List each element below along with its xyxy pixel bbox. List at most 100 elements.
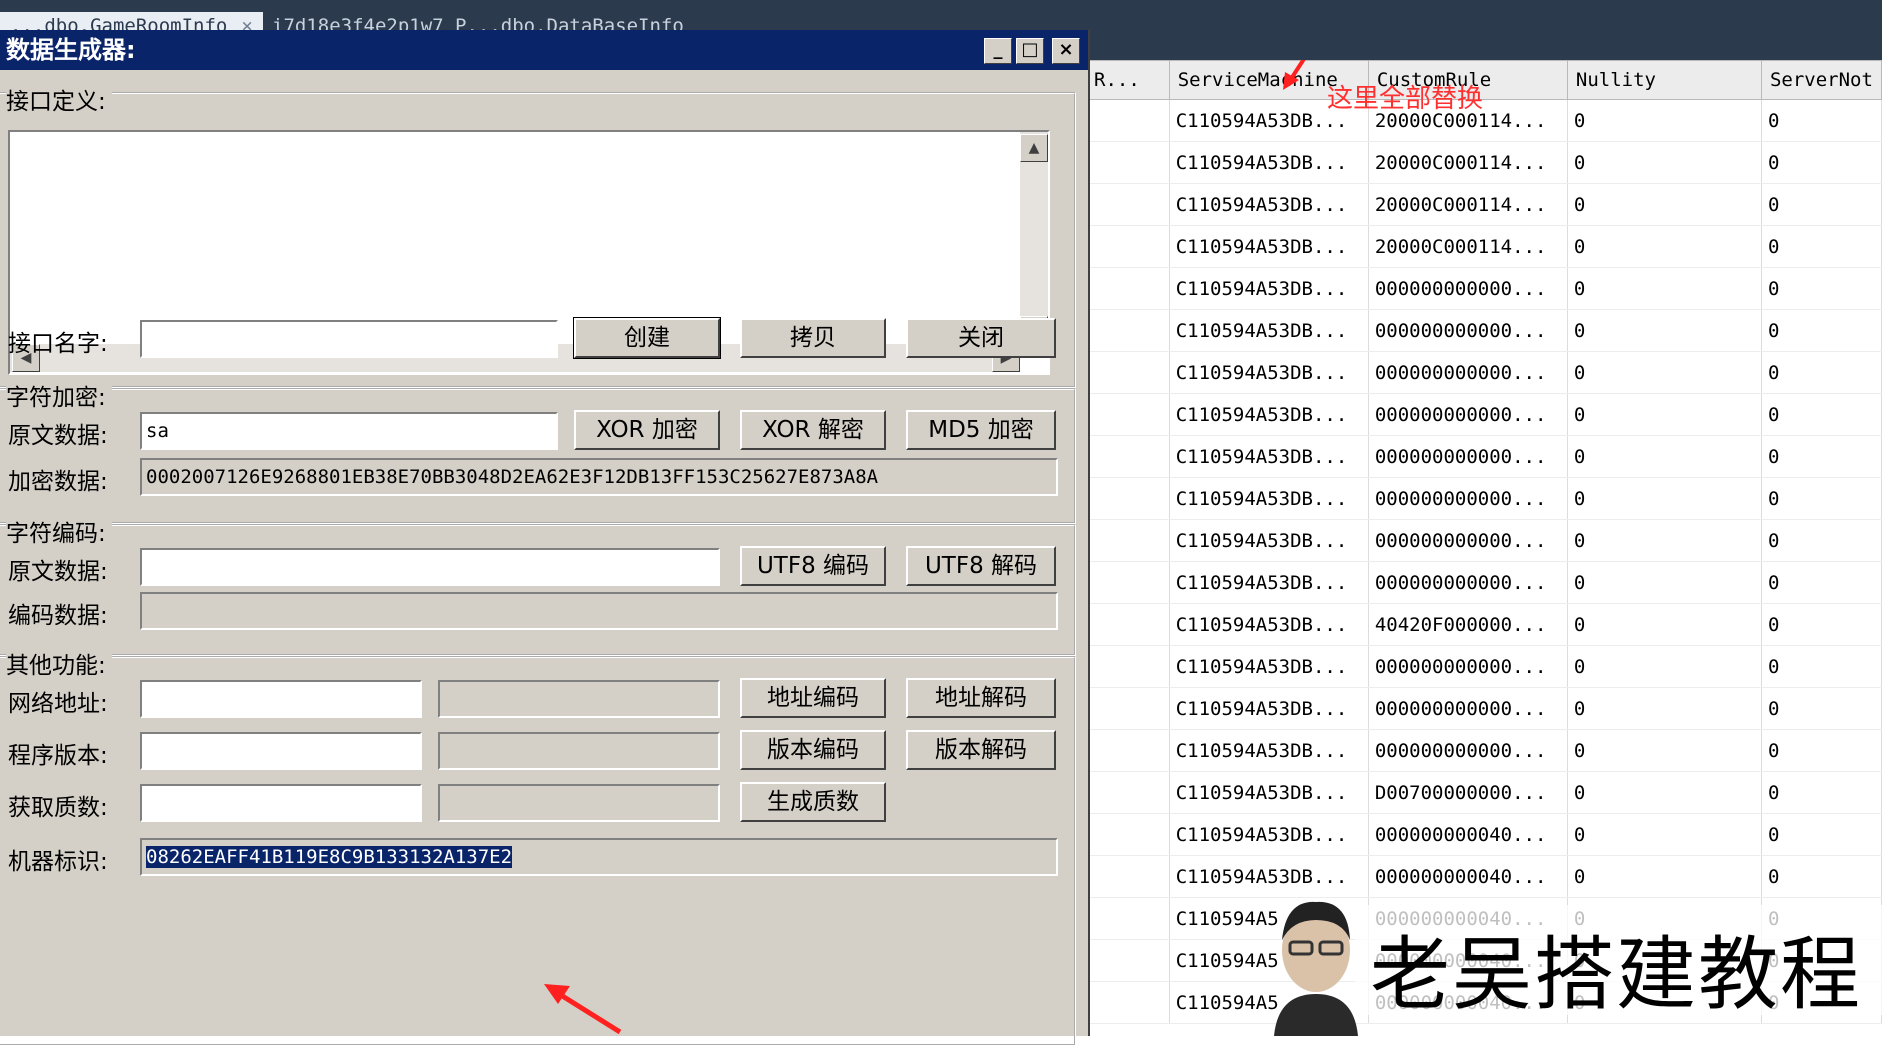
table-cell[interactable]: 0: [1567, 351, 1762, 394]
version-encode-button[interactable]: 版本编码: [740, 730, 886, 770]
table-cell[interactable]: 000000000000...: [1368, 519, 1568, 562]
table-cell[interactable]: 0: [1761, 771, 1882, 814]
table-row[interactable]: C110594A53DB... 000000000000... 0 0: [1085, 435, 1882, 478]
close-button[interactable]: ×: [1052, 38, 1080, 64]
table-cell[interactable]: [1085, 267, 1170, 310]
table-cell[interactable]: 0: [1761, 477, 1882, 520]
table-row[interactable]: C110594A53DB... 000000000000... 0 0: [1085, 519, 1882, 562]
table-row[interactable]: C110594A53DB... 000000000000... 0 0: [1085, 687, 1882, 730]
table-cell[interactable]: 0: [1567, 519, 1762, 562]
table-cell[interactable]: [1085, 771, 1170, 814]
table-cell[interactable]: [1085, 309, 1170, 352]
table-cell[interactable]: 000000000000...: [1368, 729, 1568, 772]
table-cell[interactable]: 0: [1761, 99, 1882, 142]
version-decode-button[interactable]: 版本解码: [906, 730, 1056, 770]
table-row[interactable]: C110594A53DB... 40420F000000... 0 0: [1085, 603, 1882, 646]
table-cell[interactable]: 0: [1761, 393, 1882, 436]
table-row[interactable]: C110594A53DB... 000000000000... 0 0: [1085, 477, 1882, 520]
table-cell[interactable]: 0: [1761, 435, 1882, 478]
table-cell[interactable]: [1085, 477, 1170, 520]
table-cell[interactable]: [1085, 855, 1170, 898]
table-cell[interactable]: 0: [1567, 729, 1762, 772]
table-cell[interactable]: 0: [1567, 183, 1762, 226]
minimize-button[interactable]: _: [984, 38, 1012, 64]
encode-source-input[interactable]: [140, 548, 720, 586]
table-cell[interactable]: C110594A53DB...: [1169, 603, 1369, 646]
table-cell[interactable]: 000000000040...: [1368, 855, 1568, 898]
table-cell[interactable]: 000000000000...: [1368, 435, 1568, 478]
close-dialog-button[interactable]: 关闭: [906, 318, 1056, 358]
column-header[interactable]: ServerNot: [1760, 60, 1882, 100]
column-header[interactable]: Nullity: [1566, 60, 1762, 100]
table-row[interactable]: C110594A53DB... 000000000000... 0 0: [1085, 351, 1882, 394]
table-row[interactable]: C110594A53DB... 000000000000... 0 0: [1085, 645, 1882, 688]
table-cell[interactable]: 0: [1567, 99, 1762, 142]
table-cell[interactable]: 20000C000114...: [1368, 225, 1568, 268]
table-cell[interactable]: 0: [1761, 561, 1882, 604]
table-cell[interactable]: 0: [1567, 477, 1762, 520]
table-cell[interactable]: 0: [1567, 393, 1762, 436]
table-cell[interactable]: C110594A53DB...: [1169, 351, 1369, 394]
table-row[interactable]: C110594A53DB... 20000C000114... 0 0: [1085, 225, 1882, 268]
table-cell[interactable]: 000000000000...: [1368, 561, 1568, 604]
table-cell[interactable]: [1085, 981, 1170, 1024]
table-cell[interactable]: C110594A53DB...: [1169, 225, 1369, 268]
table-cell[interactable]: C110594A53DB...: [1169, 645, 1369, 688]
table-cell[interactable]: 0: [1761, 141, 1882, 184]
table-row[interactable]: C110594A53DB... 000000000000... 0 0: [1085, 561, 1882, 604]
table-row[interactable]: C110594A53DB... 000000000040... 0 0: [1085, 813, 1882, 856]
address-decode-button[interactable]: 地址解码: [906, 678, 1056, 718]
table-cell[interactable]: [1085, 561, 1170, 604]
table-cell[interactable]: [1085, 183, 1170, 226]
table-cell[interactable]: 0: [1567, 309, 1762, 352]
table-cell[interactable]: C110594A53DB...: [1169, 687, 1369, 730]
table-cell[interactable]: C110594A53DB...: [1169, 393, 1369, 436]
generate-prime-button[interactable]: 生成质数: [740, 782, 886, 822]
table-cell[interactable]: C110594A53DB...: [1169, 435, 1369, 478]
encrypted-data-field[interactable]: 0002007126E9268801EB38E70BB3048D2EA62E3F…: [140, 458, 1058, 496]
table-cell[interactable]: [1085, 393, 1170, 436]
table-cell[interactable]: 0: [1567, 813, 1762, 856]
table-cell[interactable]: 0: [1761, 519, 1882, 562]
table-row[interactable]: C110594A53DB... 000000000000... 0 0: [1085, 309, 1882, 352]
column-header[interactable]: R...: [1085, 60, 1170, 100]
vertical-scrollbar[interactable]: [1020, 132, 1048, 344]
utf8-decode-button[interactable]: UTF8 解码: [906, 546, 1056, 586]
program-version-input[interactable]: [140, 732, 422, 770]
program-version-result[interactable]: [438, 732, 720, 770]
table-cell[interactable]: 0: [1567, 603, 1762, 646]
machine-id-field[interactable]: 08262EAFF41B119E8C9B133132A137E2: [140, 838, 1058, 876]
table-row[interactable]: C110594A53DB... D00700000000... 0 0: [1085, 771, 1882, 814]
table-cell[interactable]: 0: [1567, 645, 1762, 688]
table-cell[interactable]: [1085, 99, 1170, 142]
table-cell[interactable]: [1085, 813, 1170, 856]
table-cell[interactable]: 0: [1761, 183, 1882, 226]
utf8-encode-button[interactable]: UTF8 编码: [740, 546, 886, 586]
create-button[interactable]: 创建: [573, 317, 721, 359]
table-cell[interactable]: 0: [1567, 435, 1762, 478]
xor-decrypt-button[interactable]: XOR 解密: [740, 410, 886, 450]
table-row[interactable]: C110594A53DB... 20000C000114... 0 0: [1085, 99, 1882, 142]
table-cell[interactable]: 000000000000...: [1368, 351, 1568, 394]
table-cell[interactable]: [1085, 435, 1170, 478]
table-cell[interactable]: C110594A53DB...: [1169, 771, 1369, 814]
title-bar[interactable]: 数据生成器: _ □ ×: [0, 30, 1088, 70]
results-grid[interactable]: R... ServiceMachine CustomRule Nullity S…: [1085, 60, 1882, 1036]
table-cell[interactable]: [1085, 645, 1170, 688]
table-cell[interactable]: 40420F000000...: [1368, 603, 1568, 646]
table-row[interactable]: C110594A53DB... 000000000000... 0 0: [1085, 267, 1882, 310]
table-cell[interactable]: [1085, 687, 1170, 730]
table-cell[interactable]: C110594A53DB...: [1169, 561, 1369, 604]
table-cell[interactable]: 000000000000...: [1368, 267, 1568, 310]
copy-button[interactable]: 拷贝: [740, 318, 886, 358]
table-cell[interactable]: 0: [1567, 225, 1762, 268]
table-cell[interactable]: [1085, 351, 1170, 394]
table-cell[interactable]: [1085, 141, 1170, 184]
table-cell[interactable]: D00700000000...: [1368, 771, 1568, 814]
table-cell[interactable]: C110594A53DB...: [1169, 141, 1369, 184]
encoded-data-field[interactable]: [140, 592, 1058, 630]
table-cell[interactable]: [1085, 939, 1170, 982]
table-cell[interactable]: [1085, 519, 1170, 562]
table-cell[interactable]: 000000000000...: [1368, 687, 1568, 730]
table-cell[interactable]: 000000000040...: [1368, 813, 1568, 856]
